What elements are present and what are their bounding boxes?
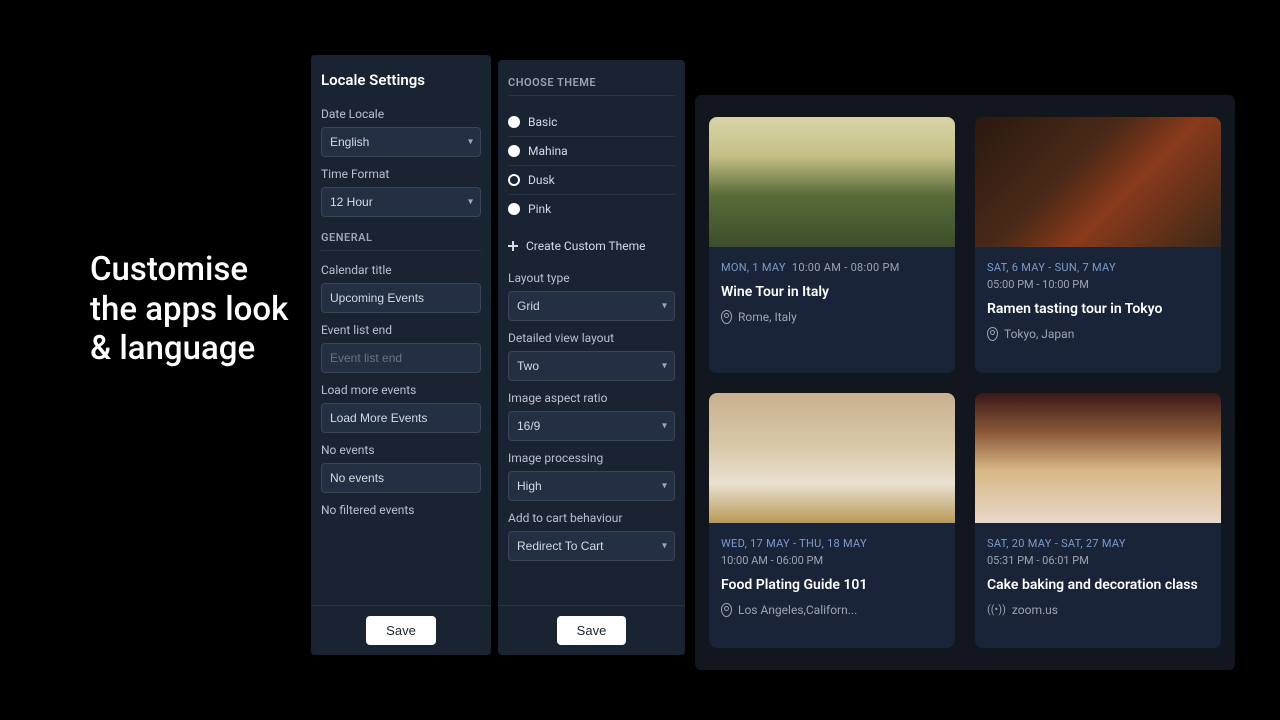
panel-title: Locale Settings <box>321 71 481 89</box>
event-image <box>709 393 955 523</box>
event-location: ((•)) zoom.us <box>987 603 1209 617</box>
hero-heading: Customise the apps look & language <box>90 250 290 369</box>
calendar-title-input[interactable] <box>321 283 481 313</box>
event-image <box>709 117 955 247</box>
save-button[interactable]: Save <box>557 616 627 645</box>
load-more-input[interactable] <box>321 403 481 433</box>
radio-icon <box>508 203 520 215</box>
event-card[interactable]: SAT, 20 MAY - SAT, 27 MAY 05:31 PM - 06:… <box>975 393 1221 649</box>
theme-settings-panel: CHOOSE THEME Basic Mahina Dusk Pink Crea… <box>498 60 685 655</box>
theme-option-pink[interactable]: Pink <box>508 195 675 223</box>
general-header: GENERAL <box>321 231 481 251</box>
add-to-cart-select[interactable]: Redirect To Cart <box>508 531 675 561</box>
no-filtered-label: No filtered events <box>321 503 481 517</box>
event-date: SAT, 6 MAY - SUN, 7 MAY <box>987 261 1209 274</box>
radio-icon <box>508 145 520 157</box>
date-locale-select[interactable]: English <box>321 127 481 157</box>
theme-option-dusk[interactable]: Dusk <box>508 166 675 195</box>
calendar-title-label: Calendar title <box>321 263 481 277</box>
event-card[interactable]: SAT, 6 MAY - SUN, 7 MAY 05:00 PM - 10:00… <box>975 117 1221 373</box>
radio-icon <box>508 116 520 128</box>
event-list-end-input[interactable] <box>321 343 481 373</box>
pin-icon <box>987 327 998 341</box>
event-title: Cake baking and decoration class <box>987 577 1209 593</box>
theme-label: Dusk <box>528 173 555 187</box>
save-bar: Save <box>498 605 685 655</box>
theme-label: Basic <box>528 115 557 129</box>
pin-icon <box>721 603 732 617</box>
theme-label: Pink <box>528 202 551 216</box>
event-location: Rome, Italy <box>721 310 943 324</box>
date-locale-label: Date Locale <box>321 107 481 121</box>
no-events-label: No events <box>321 443 481 457</box>
no-events-input[interactable] <box>321 463 481 493</box>
time-format-label: Time Format <box>321 167 481 181</box>
event-list-end-label: Event list end <box>321 323 481 337</box>
event-time: 05:00 PM - 10:00 PM <box>987 278 1209 291</box>
event-title: Ramen tasting tour in Tokyo <box>987 301 1209 317</box>
pin-icon <box>721 310 732 324</box>
add-to-cart-label: Add to cart behaviour <box>508 511 675 525</box>
save-button[interactable]: Save <box>366 616 436 645</box>
detailed-view-select[interactable]: Two <box>508 351 675 381</box>
event-title: Food Plating Guide 101 <box>721 577 943 593</box>
event-time: 10:00 AM - 06:00 PM <box>721 554 943 567</box>
event-card[interactable]: MON, 1 MAY 10:00 AM - 08:00 PM Wine Tour… <box>709 117 955 373</box>
time-format-select[interactable]: 12 Hour <box>321 187 481 217</box>
image-processing-label: Image processing <box>508 451 675 465</box>
detailed-view-label: Detailed view layout <box>508 331 675 345</box>
event-card[interactable]: WED, 17 MAY - THU, 18 MAY 10:00 AM - 06:… <box>709 393 955 649</box>
event-image <box>975 393 1221 523</box>
event-image <box>975 117 1221 247</box>
image-processing-select[interactable]: High <box>508 471 675 501</box>
event-date: WED, 17 MAY - THU, 18 MAY <box>721 537 943 550</box>
load-more-label: Load more events <box>321 383 481 397</box>
theme-label: Mahina <box>528 144 568 158</box>
theme-radio-list: Basic Mahina Dusk Pink <box>508 108 675 223</box>
online-icon: ((•)) <box>987 603 1006 616</box>
layout-type-select[interactable]: Grid <box>508 291 675 321</box>
event-date: MON, 1 MAY 10:00 AM - 08:00 PM <box>721 261 943 274</box>
radio-icon <box>508 174 520 186</box>
create-theme-label: Create Custom Theme <box>526 239 645 253</box>
choose-theme-header: CHOOSE THEME <box>508 76 675 96</box>
aspect-ratio-label: Image aspect ratio <box>508 391 675 405</box>
aspect-ratio-select[interactable]: 16/9 <box>508 411 675 441</box>
save-bar: Save <box>311 605 491 655</box>
theme-option-mahina[interactable]: Mahina <box>508 137 675 166</box>
event-time: 05:31 PM - 06:01 PM <box>987 554 1209 567</box>
events-preview-grid: MON, 1 MAY 10:00 AM - 08:00 PM Wine Tour… <box>695 95 1235 670</box>
layout-type-label: Layout type <box>508 271 675 285</box>
event-location: Tokyo, Japan <box>987 327 1209 341</box>
plus-icon <box>508 241 518 251</box>
event-date: SAT, 20 MAY - SAT, 27 MAY <box>987 537 1209 550</box>
locale-settings-panel: Locale Settings Date Locale English Time… <box>311 55 491 655</box>
theme-option-basic[interactable]: Basic <box>508 108 675 137</box>
event-location: Los Angeles,Californ... <box>721 603 943 617</box>
event-title: Wine Tour in Italy <box>721 284 943 300</box>
create-custom-theme[interactable]: Create Custom Theme <box>508 231 675 261</box>
